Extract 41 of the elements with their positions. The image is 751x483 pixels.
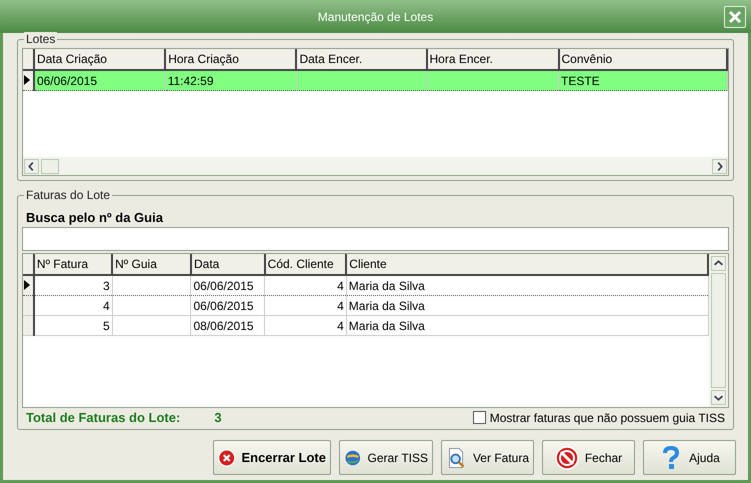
- table-cell: 4: [264, 316, 346, 336]
- column-header[interactable]: Data Encer.: [296, 49, 426, 70]
- table-cell: 4: [264, 296, 346, 316]
- column-header[interactable]: Hora Encer.: [426, 49, 559, 70]
- table-cell: 08/06/2015: [190, 316, 265, 336]
- total-label: Total de Faturas do Lote:: [26, 410, 180, 425]
- table-row[interactable]: 06/06/2015 11:42:59 TESTE: [23, 70, 727, 90]
- column-header[interactable]: Convênio: [558, 49, 727, 70]
- group-title: Lotes: [24, 32, 58, 46]
- table-cell: 06/06/2015: [190, 275, 265, 296]
- checkbox-label: Mostrar faturas que não possuem guia TISS: [490, 410, 725, 424]
- table-cell: 4: [34, 296, 112, 316]
- action-button[interactable]: Fechar: [542, 440, 635, 475]
- column-header[interactable]: Data Criação: [34, 49, 166, 70]
- table-row[interactable]: 5 08/06/2015 4 Maria da Silva: [23, 316, 708, 336]
- action-button[interactable]: Ver Fatura: [441, 440, 534, 475]
- column-header[interactable]: Cód. Cliente: [264, 254, 346, 275]
- table-cell: 06/06/2015: [34, 70, 166, 90]
- column-header[interactable]: Hora Criação: [165, 49, 296, 70]
- table-cell: 3: [34, 275, 112, 296]
- table-cell: TESTE: [558, 70, 727, 90]
- table-cell: Maria da Silva: [346, 296, 708, 316]
- table-cell: 11:42:59: [165, 70, 296, 90]
- column-header[interactable]: Data: [190, 254, 265, 275]
- action-button[interactable]: Encerrar Lote: [213, 440, 331, 475]
- window-title: Manutenção de Lotes: [318, 10, 434, 24]
- column-header[interactable]: Cliente: [346, 254, 708, 275]
- search-label: Busca pelo nº da Guia: [26, 210, 164, 225]
- column-header[interactable]: Nº Guia: [112, 254, 191, 275]
- table-cell: 06/06/2015: [190, 296, 265, 316]
- table-cell: Maria da Silva: [346, 316, 708, 336]
- table-row[interactable]: 3 06/06/2015 4 Maria da Silva: [23, 275, 708, 296]
- action-button[interactable]: Gerar TISS: [339, 440, 433, 475]
- column-header[interactable]: Nº Fatura: [34, 254, 112, 275]
- total-value: 3: [214, 410, 222, 425]
- action-button[interactable]: Ajuda: [643, 440, 736, 475]
- table-row[interactable]: 4 06/06/2015 4 Maria da Silva: [23, 296, 708, 316]
- group-title: Faturas do Lote: [24, 188, 112, 202]
- table-cell: 4: [264, 275, 346, 296]
- table-cell: Maria da Silva: [346, 275, 708, 296]
- table-cell: 5: [34, 316, 112, 336]
